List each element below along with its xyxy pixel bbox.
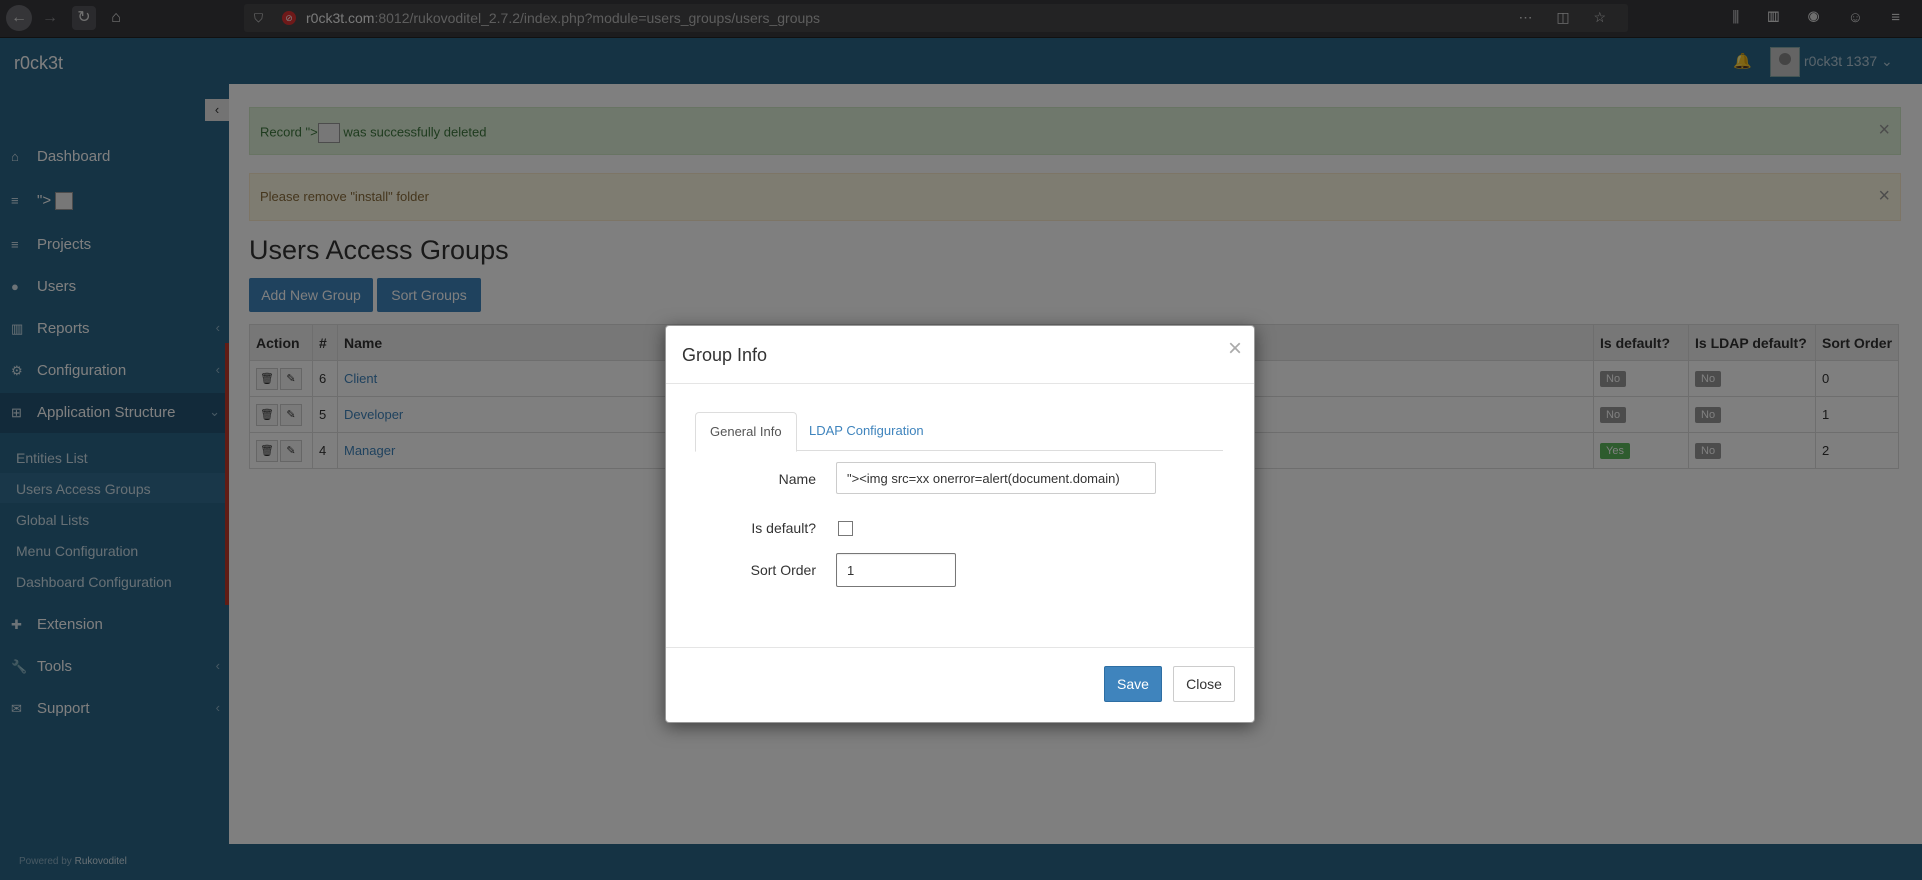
is-default-label: Is default?: [751, 520, 816, 536]
close-icon[interactable]: ×: [1228, 335, 1242, 363]
sort-order-input[interactable]: [836, 553, 956, 587]
modal-title: Group Info: [682, 345, 768, 365]
tab-ldap-configuration[interactable]: LDAP Configuration: [795, 412, 938, 450]
is-default-checkbox[interactable]: [838, 521, 853, 536]
group-info-modal: Group Info × General Info LDAP Configura…: [665, 325, 1255, 723]
close-button[interactable]: Close: [1173, 666, 1235, 702]
modal-tabs: General Info LDAP Configuration: [695, 412, 1223, 452]
name-label: Name: [778, 471, 816, 487]
modal-divider: [666, 383, 1254, 384]
sort-order-label: Sort Order: [750, 562, 816, 578]
save-button[interactable]: Save: [1104, 666, 1162, 702]
modal-footer-divider: [666, 647, 1254, 648]
tab-general-info[interactable]: General Info: [695, 412, 797, 452]
name-input[interactable]: [836, 462, 1156, 494]
